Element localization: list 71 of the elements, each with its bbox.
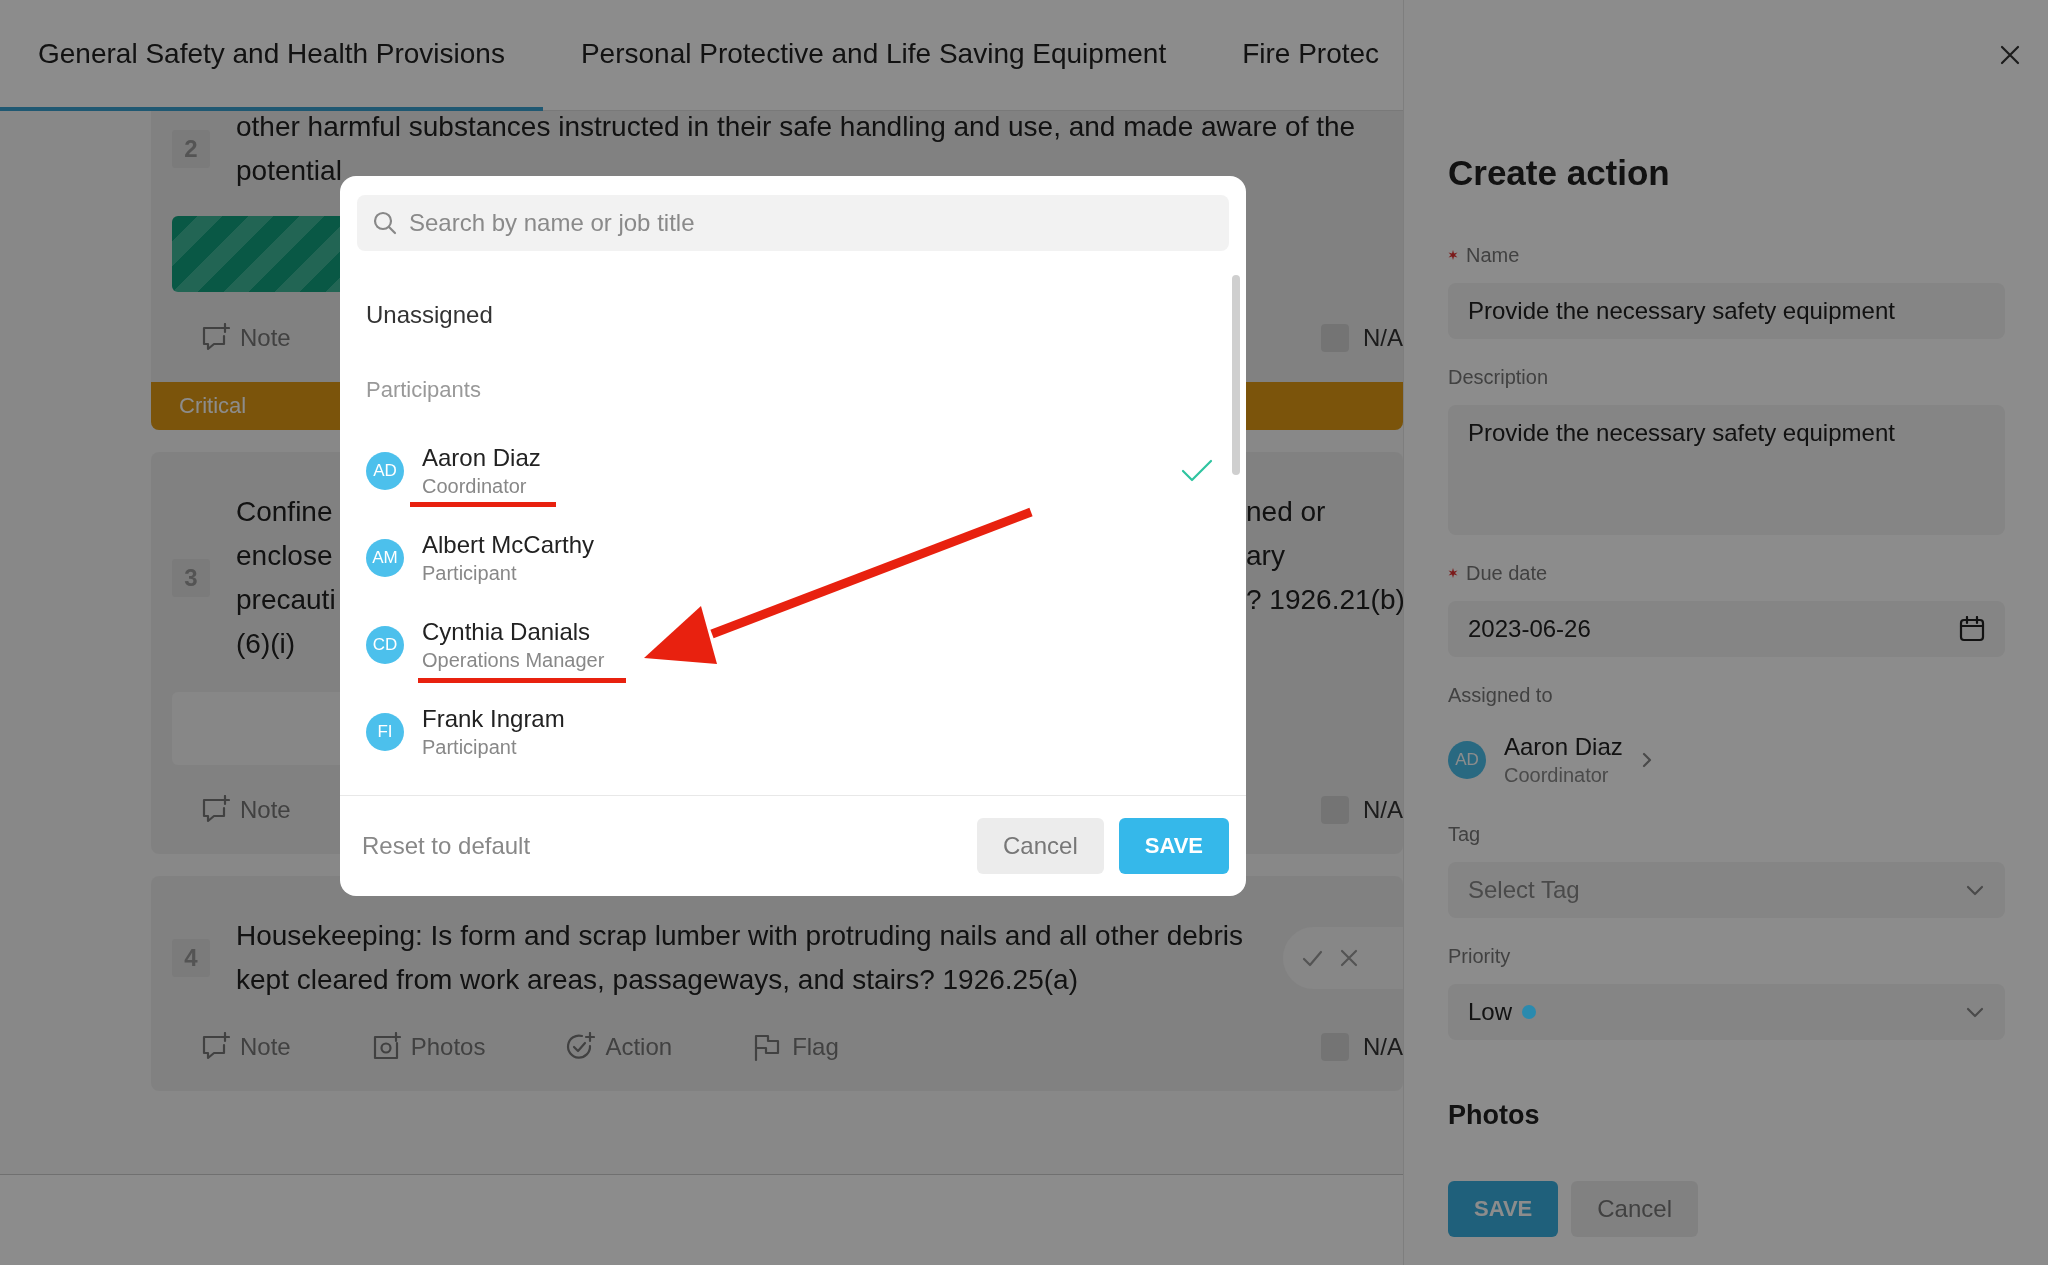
question-text: kept cleared from work areas, passageways, and stairs? 1926.25(a) <box>236 963 1079 997</box>
field-label: Assigned to <box>1448 683 1553 708</box>
chevron-right-icon <box>1640 750 1653 769</box>
avatar: AD <box>1448 740 1486 779</box>
avatar: AM <box>366 538 404 577</box>
check-circle-icon <box>565 1031 596 1062</box>
photos-action[interactable]: Photos <box>370 1031 486 1062</box>
assignee-name: Aaron Diaz <box>1504 731 1623 762</box>
question-text: Confine <box>236 495 334 529</box>
person-name: Cynthia Danials <box>422 616 592 647</box>
field-label: Description <box>1448 365 1549 390</box>
tab[interactable]: Personal Protective and Life Saving Equipment <box>542 0 1205 111</box>
reset-link[interactable]: Reset to default <box>362 832 531 860</box>
chevron-down-icon <box>1965 1006 1985 1018</box>
person-role: Participant <box>422 734 518 760</box>
person-name: Albert McCarthy <box>422 529 595 560</box>
action-action[interactable]: Action <box>565 1031 673 1062</box>
description-field[interactable]: Provide the necessary safety equipment <box>1448 405 2005 535</box>
flag-action[interactable]: Flag <box>752 1031 839 1062</box>
question-text: (6)(i) <box>236 627 297 661</box>
person-role: Operations Manager <box>422 647 605 673</box>
note-icon <box>200 794 230 825</box>
note-action[interactable]: Note <box>200 794 291 825</box>
name-field[interactable]: Provide the necessary safety equipment <box>1448 283 2005 339</box>
unassigned-option[interactable]: Unassigned <box>366 275 1220 355</box>
avatar: CD <box>366 625 404 664</box>
question-text: precauti <box>236 583 336 617</box>
checkbox-label: N/A <box>1363 1032 1403 1061</box>
checkbox-label: N/A <box>1363 323 1403 352</box>
person-option[interactable]: AD Aaron Diaz Coordinator <box>366 427 1220 514</box>
close-icon <box>1339 948 1359 968</box>
person-name: Aaron Diaz <box>422 442 541 473</box>
close-icon <box>1999 44 2021 66</box>
field-label: Name <box>1466 243 1520 268</box>
field-label: Tag <box>1448 822 1481 847</box>
person-option[interactable]: FI Frank Ingram Participant <box>366 688 1220 775</box>
person-option[interactable]: CD Cynthia Danials Operations Manager <box>366 601 1220 688</box>
select-field[interactable]: Low <box>1448 984 2005 1040</box>
cancel-button[interactable]: Cancel <box>1571 1181 1698 1237</box>
question-text: ary <box>1246 539 1286 573</box>
search-icon <box>373 211 397 235</box>
question-text: enclose <box>236 539 334 573</box>
assignee-role: Coordinator <box>1504 762 1610 788</box>
avatar: AD <box>366 451 404 490</box>
date-field[interactable]: 2023-06-26 <box>1448 601 2005 657</box>
answer-toggle[interactable] <box>1283 927 1403 989</box>
person-option[interactable]: AM Albert McCarthy Participant <box>366 514 1220 601</box>
calendar-icon <box>1959 616 1985 642</box>
note-icon <box>200 1031 230 1062</box>
panel-title: Create action <box>1448 152 1671 194</box>
person-role: Participant <box>422 560 518 586</box>
person-role: Coordinator <box>422 473 528 499</box>
note-icon <box>200 322 230 353</box>
field-label: Priority <box>1448 944 1511 969</box>
question-text: Housekeeping: Is form and scrap lumber with protruding nails and all other debris <box>236 919 1243 953</box>
scrollbar[interactable] <box>1232 275 1240 475</box>
avatar: FI <box>366 712 404 751</box>
chevron-down-icon <box>1965 884 1985 896</box>
note-action[interactable]: Note <box>200 1031 291 1062</box>
field-label: Due date <box>1466 561 1548 586</box>
question-text: other harmful substances instructed in their safe handling and use, and made aware of the <box>236 111 1356 144</box>
note-action[interactable]: Note <box>200 322 291 353</box>
cancel-button[interactable]: Cancel <box>977 818 1104 874</box>
search-field[interactable]: Search by name or job title <box>357 195 1229 251</box>
question-text: ned or <box>1246 495 1327 529</box>
question-text: potential <box>236 154 343 188</box>
section-heading: Photos <box>1448 1100 1541 1131</box>
tab[interactable]: Fire Protec <box>1204 0 1403 111</box>
question-text: ? 1926.21(b) <box>1246 583 1403 617</box>
checkbox-label: N/A <box>1363 795 1403 824</box>
person-name: Frank Ingram <box>422 703 565 734</box>
